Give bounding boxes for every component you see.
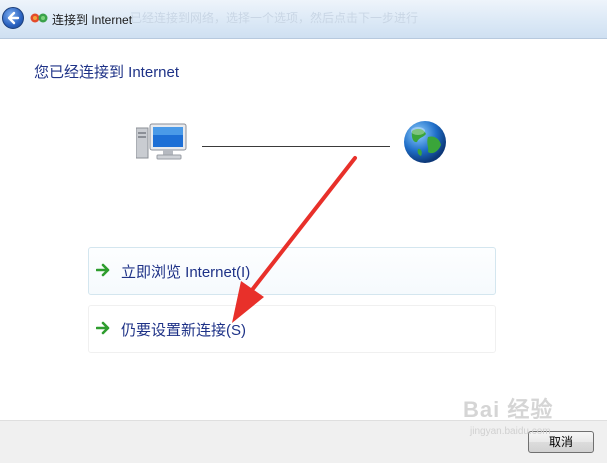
- back-button[interactable]: [2, 7, 24, 29]
- internet-globe-icon: [404, 121, 446, 163]
- baidu-watermark-url: jingyan.baidu.com: [470, 426, 551, 437]
- title-bar: …已经连接到网络，选择一个选项，然后点击下一步进行 连接到 Internet: [0, 0, 607, 39]
- browse-internet-label: 立即浏览 Internet(I): [121, 264, 251, 281]
- window-title: 连接到 Internet: [52, 13, 133, 27]
- computer-icon: [136, 123, 187, 160]
- setup-new-connection-option[interactable]: 仍要设置新连接(S): [88, 305, 496, 353]
- page-title: 您已经连接到 Internet: [34, 64, 180, 81]
- green-arrow-icon: [96, 263, 110, 277]
- connection-line: [202, 146, 390, 147]
- back-arrow-icon: [7, 11, 20, 25]
- faint-banner-text: …已经连接到网络，选择一个选项，然后点击下一步进行: [118, 11, 419, 25]
- baidu-watermark-logo: Bai 经验: [463, 397, 554, 422]
- network-connection-icon: [30, 13, 48, 23]
- green-arrow-icon: [96, 321, 110, 335]
- setup-new-connection-label: 仍要设置新连接(S): [121, 322, 246, 339]
- browse-internet-option[interactable]: 立即浏览 Internet(I): [88, 247, 496, 295]
